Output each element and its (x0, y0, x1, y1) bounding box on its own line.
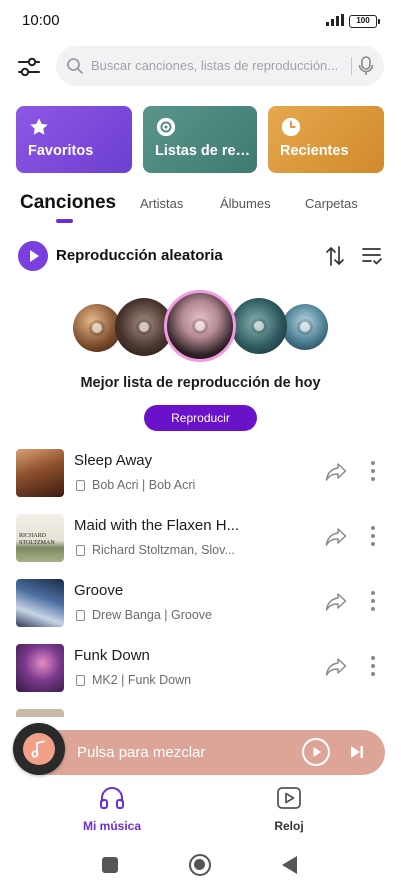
phone-storage-icon (76, 545, 85, 556)
mic-icon[interactable] (358, 56, 374, 76)
featured-disc[interactable] (282, 304, 328, 350)
more-options-icon[interactable] (370, 591, 376, 613)
featured-disc[interactable] (231, 298, 287, 354)
play-icon (30, 250, 39, 262)
song-meta: Bob Acri | Bob Acri (74, 478, 254, 494)
song-row[interactable]: Funk Down MK2 | Funk Down (0, 644, 401, 700)
song-title: Maid with the Flaxen H... (74, 517, 240, 534)
share-icon[interactable] (325, 657, 347, 677)
more-options-icon[interactable] (370, 656, 376, 678)
featured-disc-active[interactable] (164, 290, 236, 362)
status-bar: 10:00 100 (0, 0, 401, 44)
share-icon[interactable] (325, 462, 347, 482)
phone-storage-icon (76, 675, 85, 686)
nav-clock[interactable]: Reloj (244, 786, 334, 833)
nav-clock-label: Reloj (274, 819, 304, 833)
search-input[interactable]: Buscar canciones, listas de reproducción… (56, 46, 384, 86)
play-playlist-button[interactable]: Reproducir (144, 405, 257, 431)
star-icon (30, 118, 48, 135)
song-title: Groove (74, 582, 124, 599)
home-button[interactable] (189, 854, 211, 876)
shuffle-label[interactable]: Reproducción aleatoria (56, 247, 223, 264)
album-art: RICHARD STOLTZMAN (16, 514, 64, 562)
song-meta: Drew Banga | Groove (74, 608, 254, 624)
nav-my-music-label: Mi música (82, 819, 142, 833)
share-icon[interactable] (325, 592, 347, 612)
search-icon (67, 58, 83, 74)
album-art (16, 579, 64, 627)
tab-artists[interactable]: Artistas (140, 196, 183, 211)
play-icon (313, 747, 321, 757)
song-row[interactable]: Groove Drew Banga | Groove (0, 579, 401, 635)
song-artist-album: MK2 | Funk Down (92, 673, 192, 687)
album-art (16, 449, 64, 497)
video-icon (277, 787, 301, 809)
status-time: 10:00 (22, 12, 60, 29)
music-note-icon (23, 733, 55, 765)
search-divider (351, 57, 352, 75)
shuffle-play-button[interactable] (18, 241, 48, 271)
song-row[interactable]: Sleep Away Bob Acri | Bob Acri (0, 449, 401, 505)
phone-storage-icon (76, 480, 85, 491)
back-button[interactable] (282, 856, 297, 874)
disc-icon (156, 117, 176, 137)
tab-songs[interactable]: Canciones (20, 192, 116, 214)
album-art-partial (16, 709, 64, 717)
list-select-icon[interactable] (361, 245, 383, 267)
signal-icon (326, 14, 344, 26)
featured-disc[interactable] (73, 304, 121, 352)
recent-label: Recientes (280, 143, 349, 159)
filter-settings-icon[interactable] (16, 54, 42, 80)
mini-player-text[interactable]: Pulsa para mezclar (77, 744, 205, 761)
recent-apps-button[interactable] (102, 857, 118, 873)
tab-folders[interactable]: Carpetas (305, 196, 358, 211)
featured-playlist-title: Mejor lista de reproducción de hoy (80, 375, 321, 391)
playlists-card[interactable]: Listas de repr... (143, 106, 257, 173)
playlists-label: Listas de repr... (155, 143, 255, 159)
tab-indicator (56, 219, 73, 223)
more-options-icon[interactable] (370, 526, 376, 548)
song-meta: MK2 | Funk Down (74, 673, 254, 689)
favorites-card[interactable]: Favoritos (16, 106, 132, 173)
next-track-icon[interactable] (350, 745, 364, 759)
favorites-label: Favoritos (28, 143, 94, 159)
song-title: Funk Down (74, 647, 150, 664)
album-art (16, 644, 64, 692)
mini-play-button[interactable] (302, 738, 330, 766)
song-artist-album: Bob Acri | Bob Acri (92, 478, 196, 492)
clock-icon (281, 117, 301, 137)
headphones-icon (100, 787, 124, 809)
song-artist-album: Richard Stoltzman, Slov... (92, 543, 235, 557)
recent-card[interactable]: Recientes (268, 106, 384, 173)
phone-storage-icon (76, 610, 85, 621)
nav-my-music[interactable]: Mi música (67, 786, 157, 833)
battery-icon: 100 (349, 15, 380, 28)
song-row[interactable]: RICHARD STOLTZMAN Maid with the Flaxen H… (0, 514, 401, 570)
sort-icon[interactable] (324, 245, 346, 267)
mini-player-disc[interactable] (13, 723, 65, 775)
more-options-icon[interactable] (370, 461, 376, 483)
song-artist-album: Drew Banga | Groove (92, 608, 212, 622)
song-meta: Richard Stoltzman, Slov... (74, 543, 254, 559)
search-placeholder: Buscar canciones, listas de reproducción… (91, 58, 339, 73)
song-title: Sleep Away (74, 452, 153, 469)
tab-albums[interactable]: Álbumes (220, 196, 271, 211)
album-art-text: RICHARD STOLTZMAN (19, 533, 55, 546)
share-icon[interactable] (325, 527, 347, 547)
